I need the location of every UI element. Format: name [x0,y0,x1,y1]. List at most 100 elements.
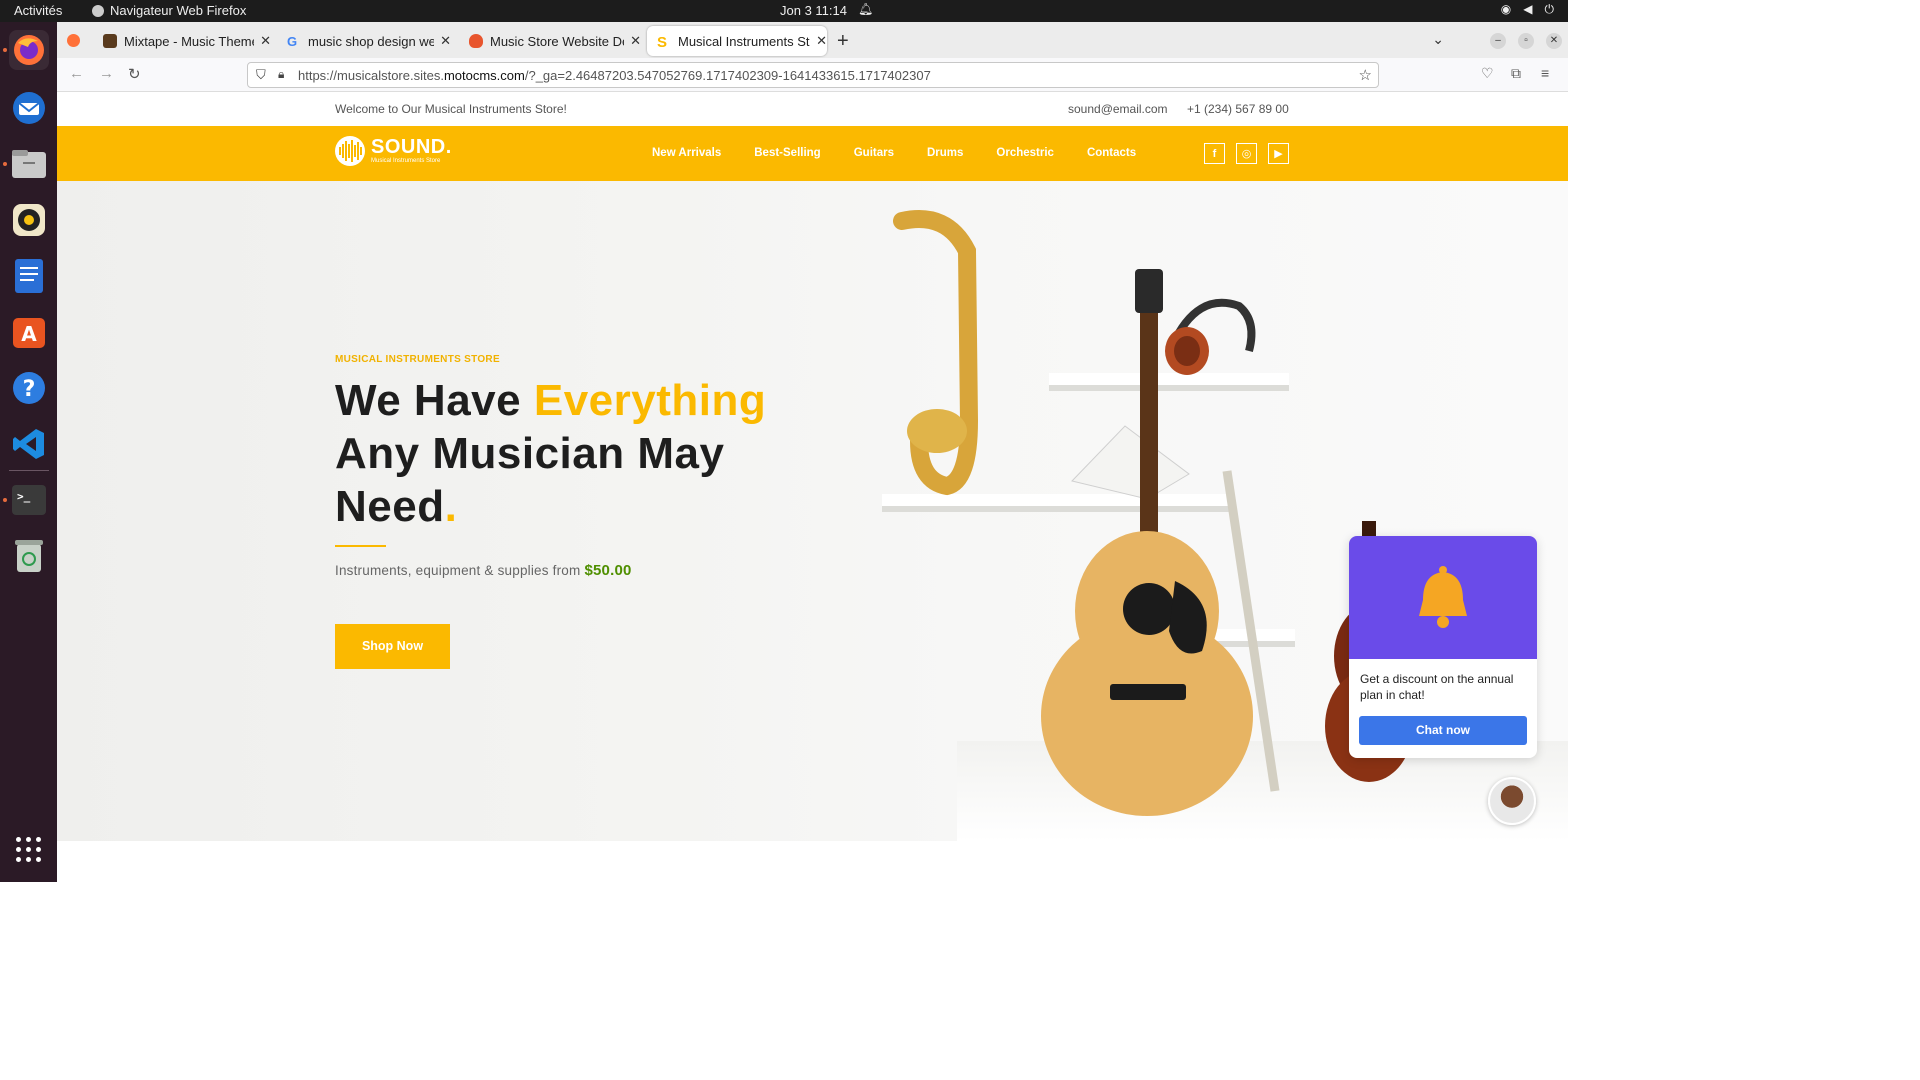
reload-icon[interactable]: ↻ [128,65,141,83]
tab-musical-instruments-store[interactable]: S Musical Instruments Stor ✕ [647,26,827,56]
thunderbird-icon[interactable] [9,88,49,128]
terminal-icon[interactable]: >_ [9,480,49,520]
ubuntu-dock: A ? >_ [0,22,57,882]
firefox-dock-icon[interactable] [9,30,49,70]
site-header: SOUND. Musical Instruments Store New Arr… [57,126,1568,181]
chat-popup: Get a discount on the annual plan in cha… [1349,536,1537,758]
menu-contacts[interactable]: Contacts [1087,147,1136,159]
tracking-protection-icon[interactable]: ⛉ [256,67,266,83]
shop-now-button[interactable]: Shop Now [335,624,450,669]
sheet-music [1071,425,1190,500]
menu-new-arrivals[interactable]: New Arrivals [652,147,721,159]
vscode-icon[interactable] [9,424,49,464]
site-logo[interactable]: SOUND. Musical Instruments Store [335,136,452,166]
tab-favicon: S [657,34,668,51]
email-link[interactable]: sound@email.com [1068,102,1168,116]
headline-underline [335,545,386,547]
close-tab-icon[interactable]: ✕ [260,33,271,49]
logo-name: SOUND. [371,136,452,158]
middle-shelf [882,494,1230,506]
power-icon: ⏻ [1544,2,1555,16]
youtube-icon[interactable]: ▶ [1268,143,1289,164]
app-name: Navigateur Web Firefox [110,3,247,18]
close-window-icon[interactable]: ✕ [1546,33,1562,49]
tab-favicon [103,34,117,48]
tab-title: Mixtape - Music Theme f [124,33,255,49]
facebook-icon[interactable]: f [1204,143,1225,164]
svg-text:?: ? [23,377,36,402]
app-menu[interactable]: Navigateur Web Firefox [92,3,246,18]
svg-text:A: A [21,322,37,346]
trash-icon[interactable] [9,536,49,576]
guitar-neck [1140,309,1158,559]
extensions-icon[interactable]: ⧉ [1511,65,1521,82]
tab-title: music shop design web - [308,33,435,49]
tab-music-store-design[interactable]: Music Store Website Des ✕ [459,26,641,56]
clock[interactable]: Jon 3 11:14 [780,3,847,18]
firefox-icon [92,4,104,17]
volume-icon: ◀ [1523,2,1533,16]
logo-subtitle: Musical Instruments Store [371,158,441,164]
tab-google-search[interactable]: G music shop design web - ✕ [277,26,451,56]
upper-shelf [1049,373,1289,385]
firefox-view-icon[interactable] [67,34,80,47]
bookmark-star-icon[interactable]: ☆ [1359,66,1372,84]
files-icon[interactable] [9,144,49,184]
tab-mixtape[interactable]: Mixtape - Music Theme f ✕ [93,26,271,56]
browser-tab-bar: Mixtape - Music Theme f ✕ G music shop d… [57,22,1568,58]
menu-drums[interactable]: Drums [927,147,963,159]
menu-guitars[interactable]: Guitars [854,147,894,159]
menu-orchestric[interactable]: Orchestric [996,147,1054,159]
url-bar[interactable]: ⛉ 🔒︎ https://musicalstore.sites.motocms.… [247,62,1379,88]
menu-best-selling[interactable]: Best-Selling [754,147,820,159]
svg-text:>_: >_ [17,490,31,503]
welcome-text: Welcome to Our Musical Instruments Store… [335,102,567,116]
tab-title: Music Store Website Des [490,33,625,49]
main-menu: New Arrivals Best-Selling Guitars Drums … [652,147,1169,159]
app-center-icon[interactable]: A [9,312,49,352]
lock-icon[interactable]: 🔒︎ [278,67,284,82]
web-page: Welcome to Our Musical Instruments Store… [57,92,1568,882]
close-tab-icon[interactable]: ✕ [440,33,451,49]
pocket-icon[interactable]: ♡ [1481,65,1494,82]
social-links: f ◎ ▶ [1204,143,1289,164]
instagram-icon[interactable]: ◎ [1236,143,1257,164]
new-tab-icon[interactable]: + [837,30,849,53]
show-applications-icon[interactable] [16,837,42,863]
dock-separator [9,470,49,471]
chat-popup-message: Get a discount on the annual plan in cha… [1360,672,1514,702]
list-all-tabs-icon[interactable]: ⌄ [1432,31,1444,48]
system-top-bar: Activités Navigateur Web Firefox Jon 3 1… [0,0,1568,22]
back-icon[interactable]: ← [69,65,84,82]
app-menu-icon[interactable]: ≡ [1541,65,1549,81]
wifi-icon: ◉ [1500,2,1512,16]
starting-price: $50.00 [584,562,632,579]
bell-icon [1419,566,1467,628]
rhythmbox-icon[interactable] [9,200,49,240]
chat-agent-avatar[interactable] [1488,777,1536,825]
minimize-icon[interactable]: – [1490,33,1506,49]
hero-headline: We Have Everything Any Musician May Need… [335,376,767,531]
running-indicator [3,498,7,502]
system-tray[interactable]: ◉ ◀ ⏻ [1501,2,1554,17]
browser-nav-bar: ← → ↻ ⛉ 🔒︎ https://musicalstore.sites.mo… [57,58,1568,92]
info-bar: Welcome to Our Musical Instruments Store… [57,92,1568,126]
chat-now-button[interactable]: Chat now [1359,716,1527,745]
tab-title: Musical Instruments Stor [678,33,811,49]
url-text: https://musicalstore.sites.motocms.com/?… [298,68,931,83]
activities-button[interactable]: Activités [14,3,62,18]
forward-icon[interactable]: → [99,65,114,82]
tab-favicon [469,34,483,48]
google-icon: G [287,34,298,49]
close-tab-icon[interactable]: ✕ [816,33,827,49]
phone-link[interactable]: +1 (234) 567 89 00 [1187,102,1289,116]
chat-popup-header [1349,536,1537,659]
hero-kicker: MUSICAL INSTRUMENTS STORE [335,354,500,365]
sound-wave-icon [335,136,365,166]
maximize-icon[interactable]: ▫ [1518,33,1534,49]
running-indicator [3,162,7,166]
close-tab-icon[interactable]: ✕ [630,33,641,49]
guitar-head [1135,269,1163,313]
libreoffice-writer-icon[interactable] [9,256,49,296]
help-icon[interactable]: ? [9,368,49,408]
